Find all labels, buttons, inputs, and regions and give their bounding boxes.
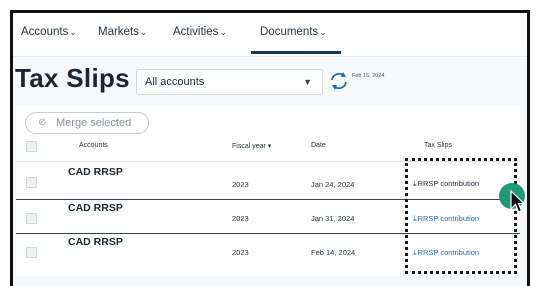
table-row-fiscal-year: 2023 bbox=[232, 214, 249, 223]
row-checkbox[interactable] bbox=[26, 177, 37, 188]
chevron-down-icon: ⌄ bbox=[139, 27, 148, 37]
nav-accounts[interactable]: Accounts⌄ bbox=[21, 26, 77, 38]
column-header-fiscal-year[interactable]: Fiscal year ▾ bbox=[232, 142, 271, 150]
nav-documents-label: Documents bbox=[260, 26, 319, 38]
table-row-date: Jan 31, 2024 bbox=[311, 214, 355, 223]
chevron-down-icon: ⌄ bbox=[69, 27, 77, 37]
chevron-down-icon: ⌄ bbox=[219, 27, 227, 37]
merge-selected-button[interactable]: ⊘ Merge selected bbox=[25, 112, 149, 134]
column-header-tax-slips: Tax Slips bbox=[424, 142, 453, 149]
table-row-account: CAD RRSP bbox=[68, 236, 123, 248]
caret-down-icon: ▼ bbox=[303, 77, 312, 87]
table-row-account: CAD RRSP bbox=[68, 202, 123, 214]
table-row-fiscal-year: 2023 bbox=[232, 248, 249, 257]
nav-markets[interactable]: Markets⌄ bbox=[98, 26, 147, 38]
select-all-checkbox[interactable] bbox=[26, 141, 37, 152]
nav-active-indicator bbox=[251, 51, 341, 54]
table-row-fiscal-year: 2023 bbox=[232, 180, 249, 189]
mouse-pointer-icon bbox=[510, 190, 526, 213]
row-checkbox[interactable] bbox=[26, 213, 37, 224]
last-updated-date: Feb 15, 2024 bbox=[352, 73, 385, 79]
nav-accounts-label: Accounts bbox=[21, 26, 69, 38]
table-row-date: Jan 24, 2024 bbox=[311, 180, 355, 189]
top-nav: Accounts⌄ Markets⌄ Activities⌄ Documents… bbox=[13, 13, 527, 57]
nav-activities-label: Activities bbox=[173, 26, 219, 38]
column-header-accounts: Accounts bbox=[79, 142, 108, 149]
nav-activities[interactable]: Activities⌄ bbox=[173, 26, 227, 38]
row-checkbox[interactable] bbox=[26, 247, 37, 258]
nav-documents[interactable]: Documents⌄ bbox=[260, 26, 327, 38]
page-title: Tax Slips bbox=[15, 63, 130, 93]
refresh-icon[interactable] bbox=[328, 70, 350, 92]
column-header-date: Date bbox=[311, 142, 326, 149]
nav-markets-label: Markets bbox=[98, 26, 139, 38]
chevron-down-icon: ⌄ bbox=[319, 27, 327, 37]
merge-selected-label: Merge selected bbox=[56, 117, 132, 129]
account-select-value: All accounts bbox=[145, 76, 205, 88]
table-row-account: CAD RRSP bbox=[68, 166, 123, 178]
merge-icon: ⊘ bbox=[38, 117, 47, 128]
account-select[interactable]: All accounts ▼ bbox=[136, 69, 323, 95]
highlight-box bbox=[405, 158, 517, 274]
table-row-date: Feb 14, 2024 bbox=[311, 248, 356, 257]
